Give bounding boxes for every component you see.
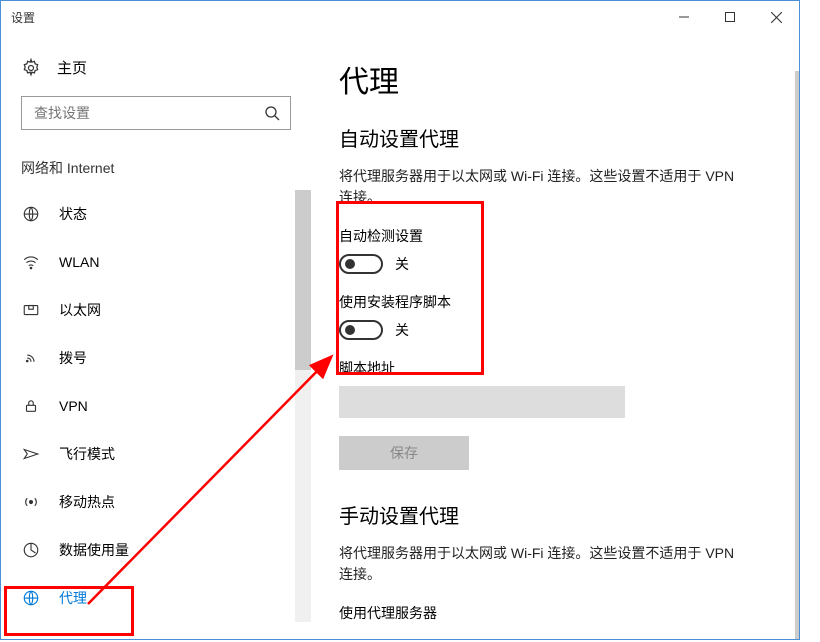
sidebar-item-datausage[interactable]: 数据使用量 [1,526,311,574]
maximize-button[interactable] [707,1,753,33]
auto-proxy-desc: 将代理服务器用于以太网或 Wi-Fi 连接。这些设置不适用于 VPN 连接。 [339,166,749,208]
main-panel: 代理 自动设置代理 将代理服务器用于以太网或 Wi-Fi 连接。这些设置不适用于… [311,33,799,639]
sidebar-item-label: 数据使用量 [59,540,129,560]
sidebar-item-label: WLAN [59,254,99,270]
sidebar-item-label: 飞行模式 [59,444,115,464]
home-label: 主页 [57,57,87,78]
sidebar-item-label: 状态 [59,204,87,224]
auto-detect-label: 自动检测设置 [339,226,771,246]
minimize-button[interactable] [661,1,707,33]
script-toggle[interactable] [339,320,383,340]
use-proxy-label: 使用代理服务器 [339,603,771,623]
save-button: 保存 [339,436,469,470]
main-scrollbar[interactable] [795,71,799,639]
sidebar-item-label: 以太网 [59,300,101,320]
vpn-icon [21,396,41,416]
toggle-knob [345,325,355,335]
sidebar-item-label: 拨号 [59,348,87,368]
script-address-input [339,386,625,418]
sidebar-section-title: 网络和 Internet [1,154,311,190]
gear-icon [21,58,41,78]
sidebar-item-label: 移动热点 [59,492,115,512]
sidebar-scrollbar[interactable] [295,190,311,622]
sidebar-item-ethernet[interactable]: 以太网 [1,286,311,334]
status-icon [21,204,41,224]
content-area: 主页 网络和 Internet 状态 [1,33,799,639]
home-button[interactable]: 主页 [1,51,311,96]
dialup-icon [21,348,41,368]
toggle-knob [345,259,355,269]
script-address-label: 脚本地址 [339,358,771,378]
sidebar-scrollbar-thumb[interactable] [295,190,311,370]
sidebar: 主页 网络和 Internet 状态 [1,33,311,639]
close-button[interactable] [753,1,799,33]
auto-detect-toggle[interactable] [339,254,383,274]
airplane-icon [21,444,41,464]
sidebar-item-label: VPN [59,398,88,414]
manual-proxy-desc: 将代理服务器用于以太网或 Wi-Fi 连接。这些设置不适用于 VPN 连接。 [339,543,749,585]
auto-detect-state: 关 [395,254,409,274]
nav-list: 状态 WLAN 以太网 [1,190,311,622]
wifi-icon [21,252,41,272]
script-block: 使用安装程序脚本 关 [339,292,771,340]
settings-window: 设置 主页 网络和 Intern [0,0,800,640]
sidebar-item-hotspot[interactable]: 移动热点 [1,478,311,526]
search-box[interactable] [21,96,291,130]
ethernet-icon [21,300,41,320]
auto-detect-block: 自动检测设置 关 [339,226,771,274]
hotspot-icon [21,492,41,512]
manual-proxy-heading: 手动设置代理 [339,500,771,529]
auto-proxy-heading: 自动设置代理 [339,123,771,152]
script-state: 关 [395,320,409,340]
sidebar-item-label: 代理 [59,588,87,608]
search-input[interactable] [32,104,264,122]
titlebar: 设置 [1,1,799,33]
sidebar-item-wlan[interactable]: WLAN [1,238,311,286]
search-icon [264,105,280,121]
script-label: 使用安装程序脚本 [339,292,771,312]
sidebar-item-vpn[interactable]: VPN [1,382,311,430]
sidebar-item-status[interactable]: 状态 [1,190,311,238]
window-title: 设置 [11,9,35,26]
sidebar-item-proxy[interactable]: 代理 [1,574,311,622]
page-title: 代理 [339,57,771,101]
data-usage-icon [21,540,41,560]
globe-icon [21,588,41,608]
sidebar-item-dialup[interactable]: 拨号 [1,334,311,382]
sidebar-item-airplane[interactable]: 飞行模式 [1,430,311,478]
